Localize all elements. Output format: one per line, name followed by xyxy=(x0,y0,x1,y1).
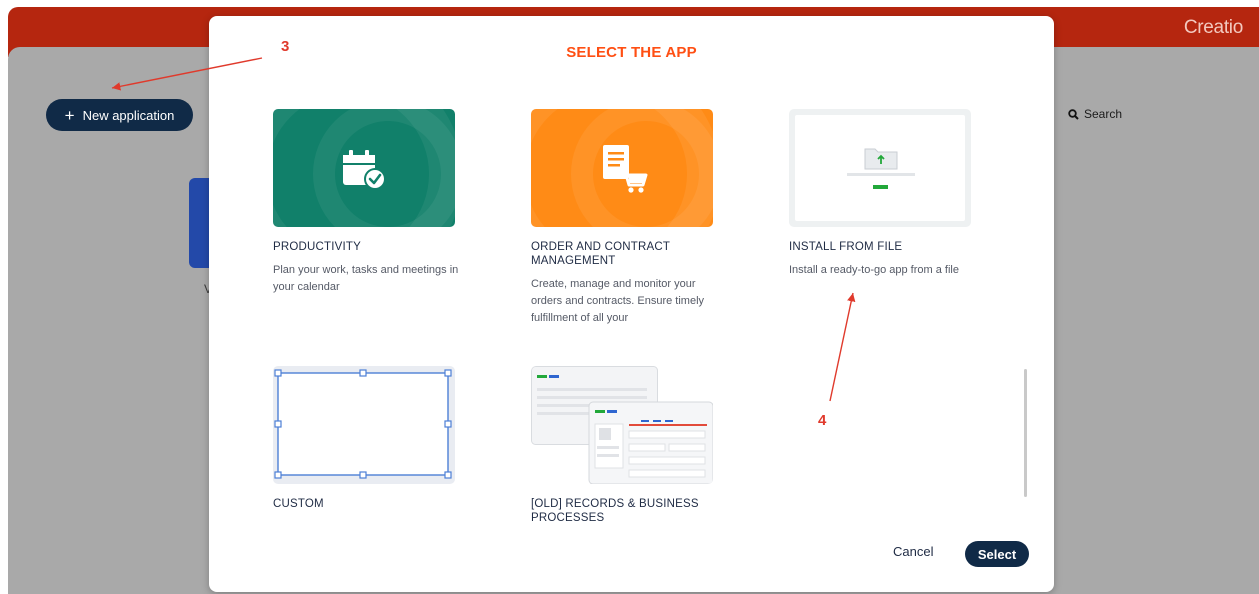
brand-logo[interactable]: Creatio xyxy=(1184,17,1243,39)
app-card-order-contract[interactable]: ORDER AND CONTRACT MANAGEMENT Create, ma… xyxy=(531,109,721,327)
order-contract-thumbnail xyxy=(531,109,713,227)
screen: Creatio + New application V Search SELEC… xyxy=(0,0,1259,594)
plus-icon: + xyxy=(64,105,75,125)
search-field[interactable]: Search xyxy=(1068,107,1122,121)
new-application-button[interactable]: + New application xyxy=(46,99,193,131)
custom-thumbnail xyxy=(273,366,455,484)
select-button[interactable]: Select xyxy=(965,541,1029,567)
annotation-label-4: 4 xyxy=(818,412,827,429)
app-card-custom[interactable]: CUSTOM xyxy=(273,366,463,511)
dialog-title: SELECT THE APP xyxy=(566,44,697,61)
selection-box-icon xyxy=(274,369,452,479)
card-title: INSTALL FROM FILE xyxy=(789,241,903,253)
folder-upload-icon xyxy=(847,148,915,189)
document-cart-icon xyxy=(603,145,648,193)
card-description: Create, manage and monitor your orders a… xyxy=(531,278,705,324)
dialog-scrollbar[interactable] xyxy=(1024,369,1027,497)
card-title: CUSTOM xyxy=(273,498,324,510)
card-description: Plan your work, tasks and meetings in yo… xyxy=(273,264,459,293)
select-app-dialog: SELECT THE APP PRODUCTIVITY Plan your wo… xyxy=(209,16,1054,592)
card-title: ORDER AND CONTRACT MANAGEMENT xyxy=(531,241,670,267)
app-card-install-from-file[interactable]: INSTALL FROM FILE Install a ready-to-go … xyxy=(789,109,979,279)
productivity-thumbnail xyxy=(273,109,455,227)
records-thumbnail xyxy=(531,366,713,484)
search-icon xyxy=(1068,108,1079,120)
records-form-icon xyxy=(531,366,713,484)
card-title: [OLD] RECORDS & BUSINESS PROCESSES xyxy=(531,498,699,524)
annotation-label-3: 3 xyxy=(281,38,290,55)
cancel-button[interactable]: Cancel xyxy=(893,544,933,559)
app-card-records-processes[interactable]: [OLD] RECORDS & BUSINESS PROCESSES xyxy=(531,366,721,525)
card-description: Install a ready-to-go app from a file xyxy=(789,264,959,276)
calendar-check-icon xyxy=(343,150,386,190)
app-card-productivity[interactable]: PRODUCTIVITY Plan your work, tasks and m… xyxy=(273,109,463,296)
search-label: Search xyxy=(1084,107,1123,121)
card-title: PRODUCTIVITY xyxy=(273,241,362,253)
new-application-label: New application xyxy=(82,107,175,123)
install-thumbnail xyxy=(789,109,971,227)
